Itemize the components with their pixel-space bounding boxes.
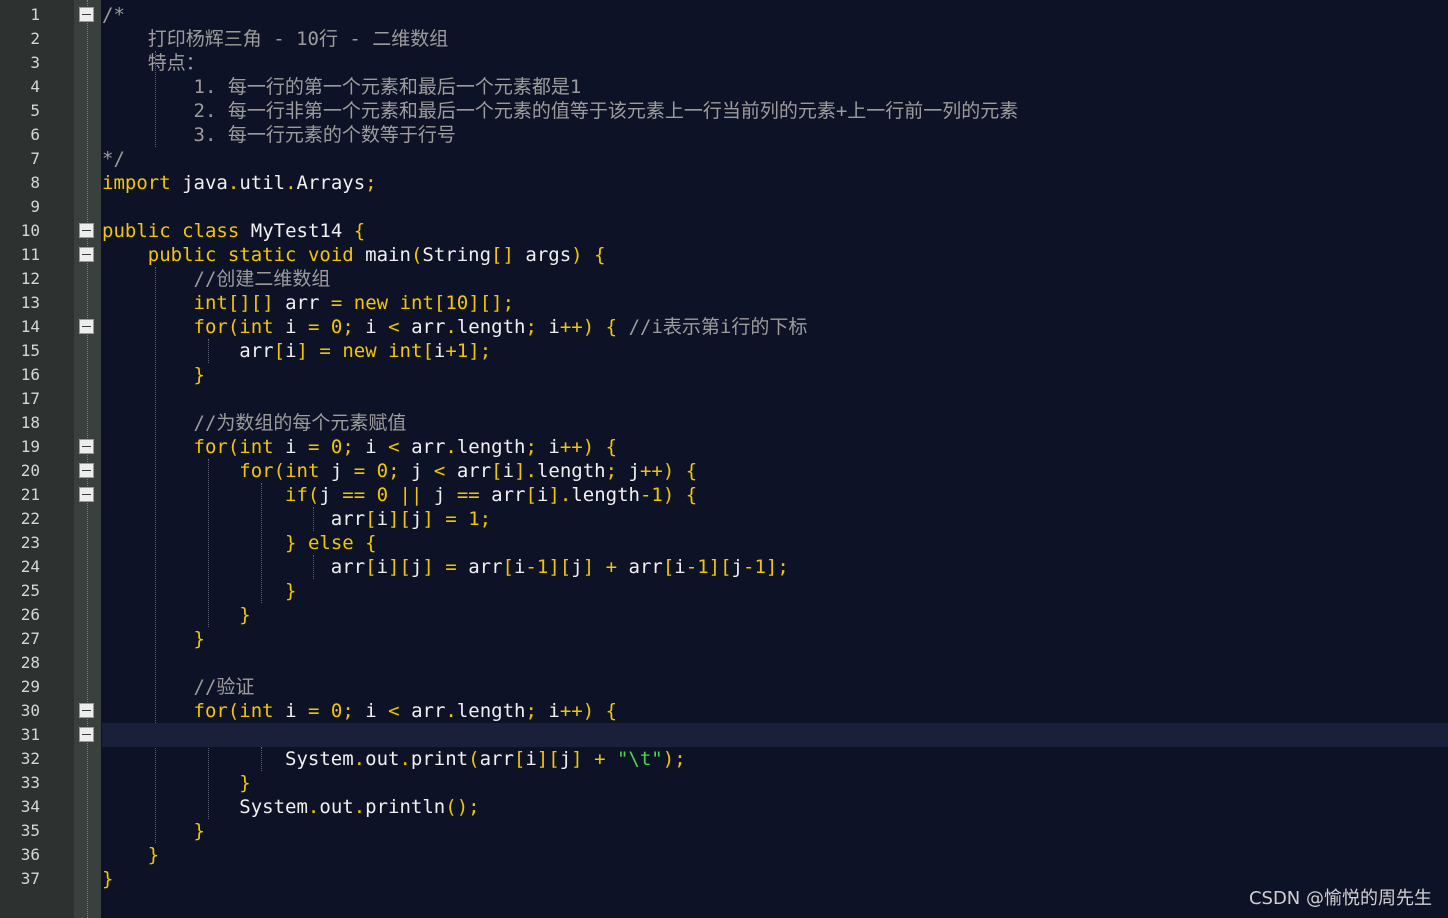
code-line[interactable] [102, 579, 1448, 603]
code-line[interactable] [102, 699, 1448, 723]
code-line[interactable] [102, 99, 1448, 123]
line-number: 36 [20, 845, 40, 864]
line-number: 9 [30, 197, 40, 216]
code-line[interactable] [102, 51, 1448, 75]
line-number: 27 [20, 629, 40, 648]
line-number: 2 [30, 29, 40, 48]
code-line[interactable] [102, 747, 1448, 771]
fold-toggle-icon[interactable] [79, 703, 94, 718]
code-line[interactable] [102, 555, 1448, 579]
line-number: 1 [30, 5, 40, 24]
line-number: 30 [20, 701, 40, 720]
fold-toggle-icon[interactable] [79, 319, 94, 334]
code-line[interactable] [102, 27, 1448, 51]
code-line[interactable] [102, 771, 1448, 795]
line-number: 26 [20, 605, 40, 624]
line-number: 13 [20, 293, 40, 312]
code-line[interactable] [102, 387, 1448, 411]
line-number: 32 [20, 749, 40, 768]
line-number: 11 [20, 245, 40, 264]
code-line[interactable] [102, 459, 1448, 483]
line-number: 37 [20, 869, 40, 888]
code-line[interactable] [102, 435, 1448, 459]
code-line[interactable] [102, 531, 1448, 555]
code-line[interactable] [102, 195, 1448, 219]
code-line[interactable] [102, 843, 1448, 867]
fold-margin [74, 0, 101, 918]
code-line[interactable] [102, 819, 1448, 843]
line-number: 29 [20, 677, 40, 696]
code-line[interactable] [102, 675, 1448, 699]
line-number: 33 [20, 773, 40, 792]
code-line[interactable] [102, 147, 1448, 171]
line-number: 21 [20, 485, 40, 504]
fold-toggle-icon[interactable] [79, 487, 94, 502]
line-number: 4 [30, 77, 40, 96]
code-line[interactable] [102, 483, 1448, 507]
fold-toggle-icon[interactable] [79, 223, 94, 238]
code-line[interactable] [102, 267, 1448, 291]
line-number: 24 [20, 557, 40, 576]
code-line[interactable] [102, 219, 1448, 243]
fold-toggle-icon[interactable] [79, 463, 94, 478]
fold-toggle-icon[interactable] [79, 7, 94, 22]
line-number: 8 [30, 173, 40, 192]
line-number: 18 [20, 413, 40, 432]
code-line[interactable] [102, 315, 1448, 339]
line-number: 23 [20, 533, 40, 552]
line-number: 20 [20, 461, 40, 480]
line-number: 17 [20, 389, 40, 408]
code-line[interactable] [102, 867, 1448, 891]
code-line[interactable] [102, 795, 1448, 819]
code-line[interactable] [102, 3, 1448, 27]
fold-toggle-icon[interactable] [79, 727, 94, 742]
code-line[interactable] [102, 75, 1448, 99]
code-line[interactable] [102, 411, 1448, 435]
code-line[interactable] [102, 651, 1448, 675]
line-number: 10 [20, 221, 40, 240]
line-number: 25 [20, 581, 40, 600]
code-line[interactable] [102, 603, 1448, 627]
line-number: 15 [20, 341, 40, 360]
line-number: 35 [20, 821, 40, 840]
code-line[interactable] [102, 243, 1448, 267]
line-number: 34 [20, 797, 40, 816]
code-line[interactable] [102, 507, 1448, 531]
line-number: 12 [20, 269, 40, 288]
line-number: 14 [20, 317, 40, 336]
line-number: 19 [20, 437, 40, 456]
line-number: 31 [20, 725, 40, 744]
line-number: 5 [30, 101, 40, 120]
fold-toggle-icon[interactable] [79, 439, 94, 454]
code-line[interactable] [102, 171, 1448, 195]
code-line[interactable] [102, 339, 1448, 363]
code-line[interactable] [102, 123, 1448, 147]
code-editor[interactable]: 1/* 2 打印杨辉三角 - 10行 - 二维数组 3 特点： 4 1. 每一行的第一… [0, 0, 1448, 918]
fold-toggle-icon[interactable] [79, 247, 94, 262]
code-line[interactable] [102, 291, 1448, 315]
line-number: 7 [30, 149, 40, 168]
line-number: 6 [30, 125, 40, 144]
code-line[interactable] [102, 627, 1448, 651]
line-number: 16 [20, 365, 40, 384]
code-line[interactable] [102, 363, 1448, 387]
line-number: 3 [30, 53, 40, 72]
line-number: 28 [20, 653, 40, 672]
line-number: 22 [20, 509, 40, 528]
code-line[interactable] [102, 723, 1448, 747]
